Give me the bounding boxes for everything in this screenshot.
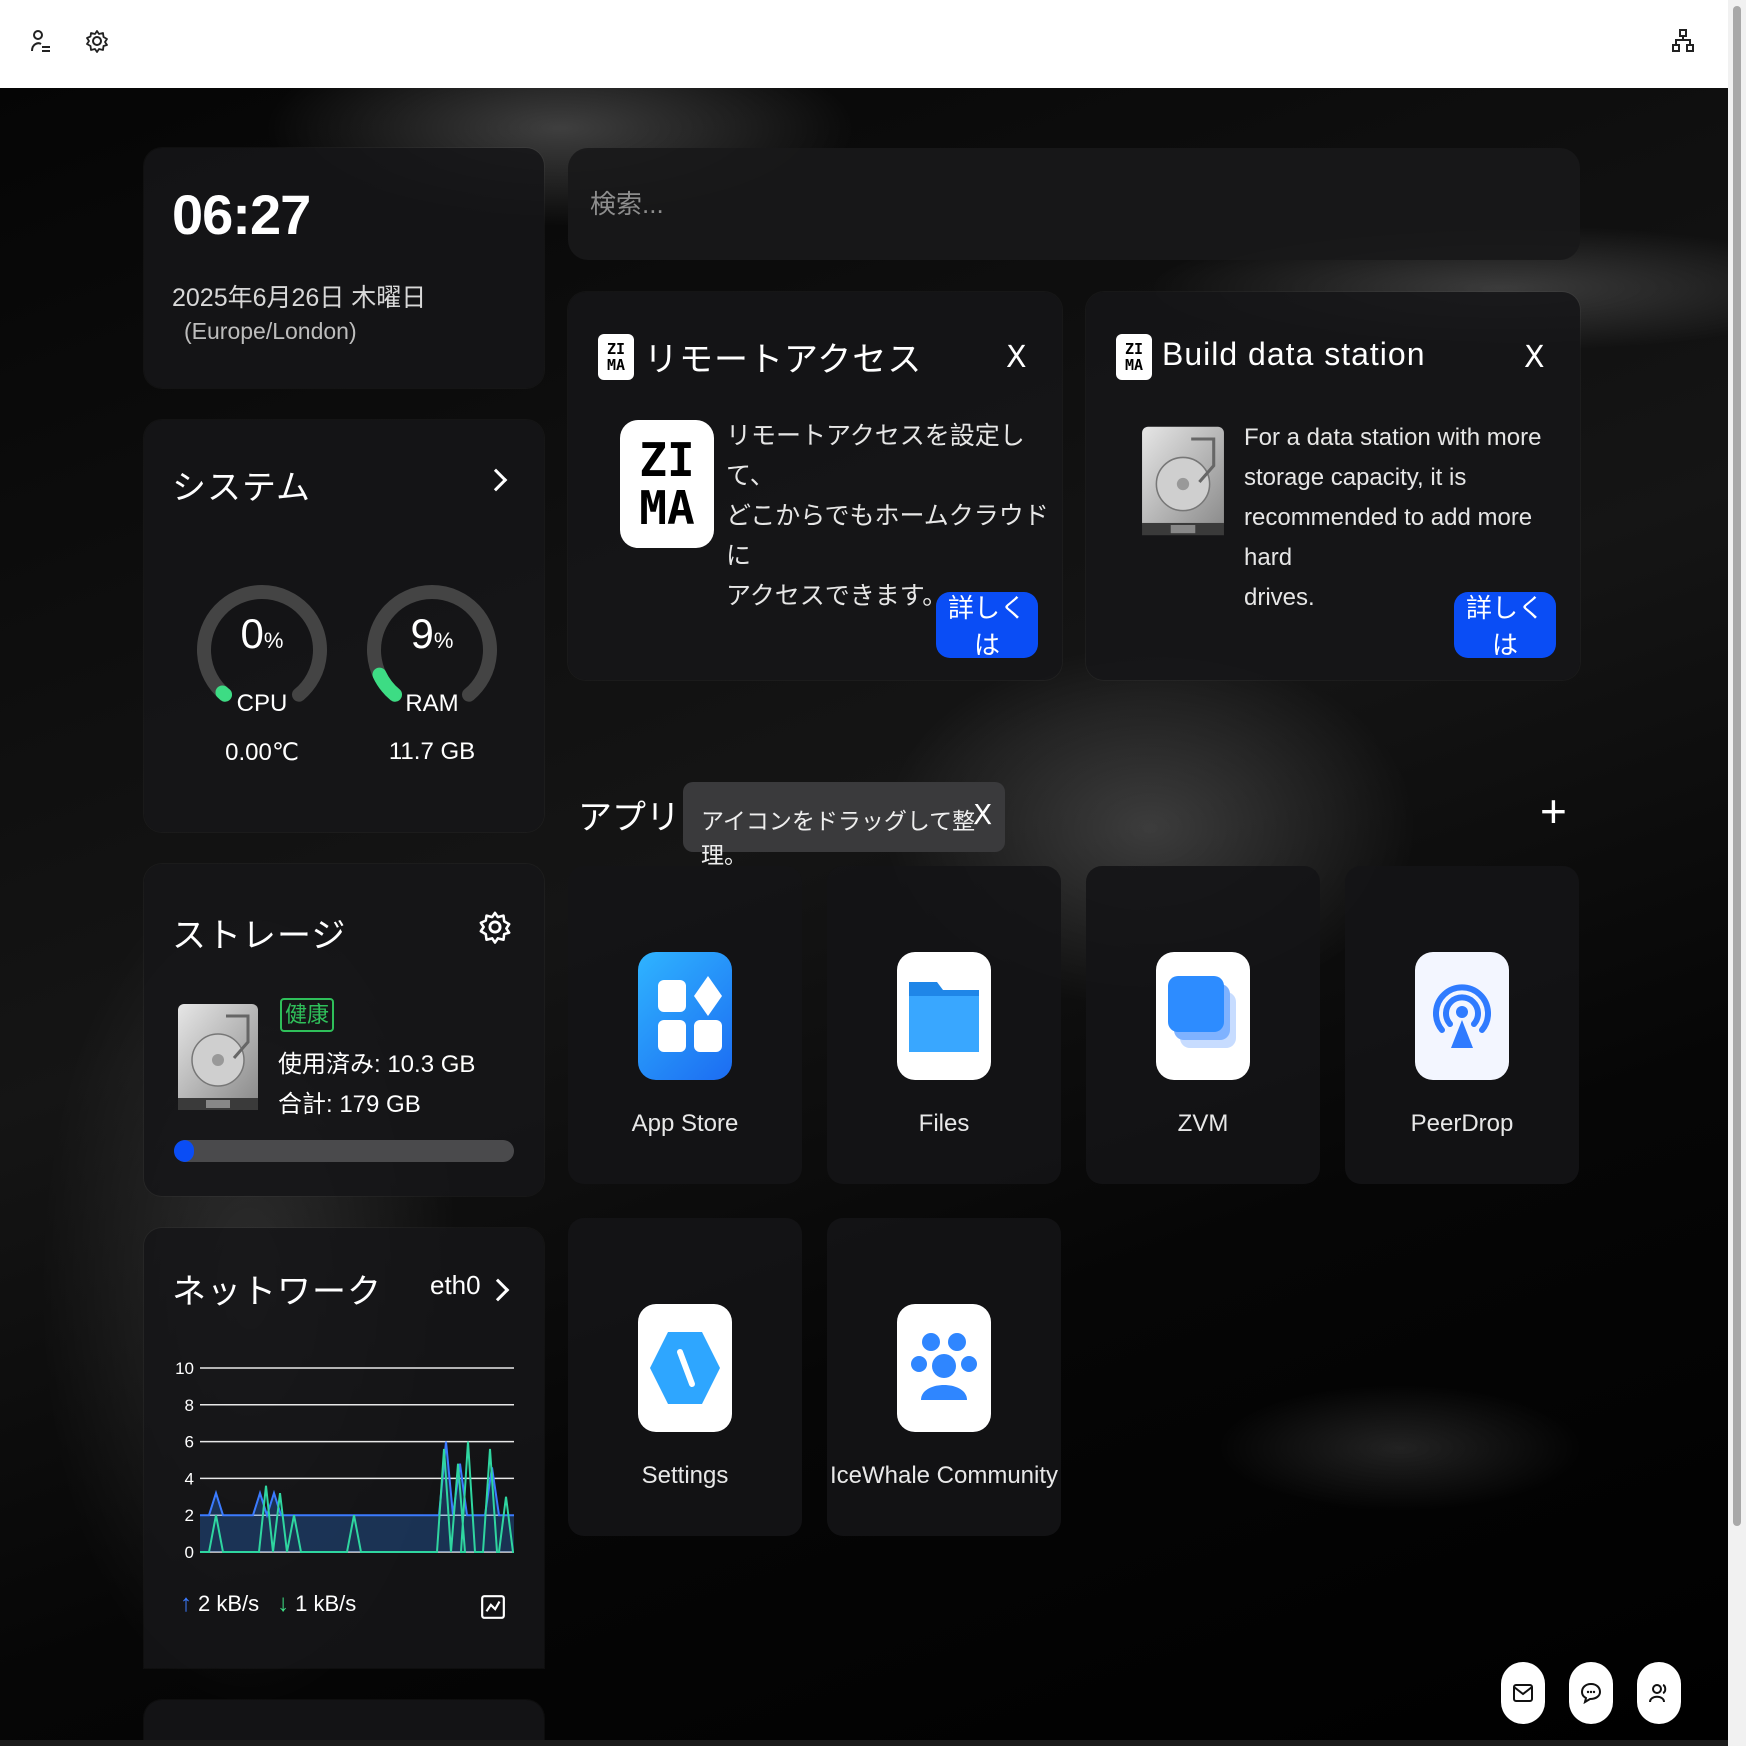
app-label: PeerDrop <box>1410 1110 1514 1137</box>
community-icon <box>897 1304 991 1432</box>
data-station-close-button[interactable]: X <box>1524 340 1545 375</box>
app-tile-icewhale-community[interactable]: IceWhale Community <box>827 1218 1061 1536</box>
network-chevron-right-icon[interactable] <box>486 1278 510 1302</box>
storage-title: ストレージ <box>172 917 347 955</box>
storage-health-badge: 健康 <box>280 998 334 1032</box>
mail-icon <box>1513 1684 1533 1702</box>
clock-timezone: (Europe/London) <box>184 318 357 344</box>
app-label: Settings <box>641 1462 729 1489</box>
search-input[interactable] <box>590 176 1550 232</box>
y-tick-label: 6 <box>185 1433 194 1452</box>
y-tick-label: 4 <box>185 1469 194 1488</box>
upload-arrow-icon: ↑ <box>180 1590 192 1617</box>
bottom-edge <box>0 1740 1728 1746</box>
drag-hint-tooltip: アイコンをドラッグして整理。 X <box>683 782 1005 868</box>
app-label: App Store <box>631 1110 739 1137</box>
network-title: ネットワーク <box>172 1273 382 1311</box>
add-app-button[interactable]: + <box>1540 784 1567 838</box>
drag-hint-close-button[interactable]: X <box>973 798 992 831</box>
chart-icon[interactable] <box>480 1594 506 1620</box>
hard-drive-icon <box>176 1002 260 1119</box>
network-interface-label[interactable]: eth0 <box>430 1270 481 1301</box>
storage-total: 合計: 179 GB <box>278 1091 421 1118</box>
app-tile-settings[interactable]: Settings <box>568 1218 802 1536</box>
zima-logo-large-icon: ZI MA <box>620 420 714 548</box>
users-icon <box>1649 1684 1667 1703</box>
ram-size: 11.7 GB <box>388 738 476 765</box>
data-station-card: ZI MA Build data station X For a data st… <box>1086 292 1580 680</box>
app-label: IceWhale Community <box>829 1462 1059 1489</box>
remote-access-close-button[interactable]: X <box>1006 340 1027 375</box>
ram-label: RAM <box>405 690 459 717</box>
storage-usage-bar <box>174 1140 514 1162</box>
remote-access-line-2: どこからでもホームクラウドに <box>726 502 1049 570</box>
download-speed: 1 kB/s <box>295 1591 357 1616</box>
cpu-percent: 0% <box>240 610 284 657</box>
users-button[interactable] <box>1637 1662 1681 1724</box>
app-tile-files[interactable]: Files <box>827 866 1061 1184</box>
remote-access-description: リモートアクセスを設定して、 どこからでもホームクラウドに アクセスできます。 <box>726 416 1062 616</box>
data-station-title: Build data station <box>1162 336 1426 372</box>
zima-logo-small-icon: ZI MA <box>1116 334 1152 380</box>
remote-access-card: ZI MA リモートアクセス X ZI MA リモートアクセスを設定して、 どこ… <box>568 292 1062 680</box>
app-tile-zvm[interactable]: ZVM <box>1086 866 1320 1184</box>
system-chevron-right-icon[interactable] <box>484 468 508 492</box>
remote-access-title: リモートアクセス <box>644 341 923 379</box>
app-tile-peerdrop[interactable]: PeerDrop <box>1345 866 1579 1184</box>
upload-speed: 2 kB/s <box>198 1591 260 1616</box>
top-bar <box>0 0 1728 88</box>
scrollbar-thumb[interactable] <box>1733 6 1741 1526</box>
drag-hint-text: アイコンをドラッグして整理。 <box>701 808 976 868</box>
mail-button[interactable] <box>1501 1662 1545 1724</box>
cpu-temp: 0.00℃ <box>225 739 299 766</box>
remote-access-line-1: リモートアクセスを設定して、 <box>726 422 1025 490</box>
network-topology-icon[interactable] <box>1668 26 1698 56</box>
storage-settings-gear-icon[interactable] <box>478 910 512 944</box>
app-label: ZVM <box>1177 1110 1229 1137</box>
system-card: システム 0% CPU 0.00℃ 9% RAM 11.7 GB <box>144 420 544 832</box>
system-title: システム <box>172 469 311 507</box>
chat-bubble-icon <box>1580 1682 1602 1705</box>
y-tick-label: 8 <box>185 1396 194 1415</box>
remote-access-learn-more-button[interactable]: 詳しくは <box>936 592 1038 660</box>
storage-used: 使用済み: 10.3 GB <box>278 1051 476 1078</box>
chat-button[interactable] <box>1569 1662 1613 1724</box>
network-traffic-chart: 10 8 6 4 2 0 <box>175 1359 514 1562</box>
app-store-icon <box>638 952 732 1080</box>
data-station-line-3: recommended to add more hard <box>1244 504 1533 571</box>
data-station-line-2: storage capacity, it is <box>1244 464 1467 491</box>
y-tick-label: 2 <box>185 1506 194 1525</box>
storage-usage-fill <box>174 1140 194 1162</box>
apps-title: アプリ <box>578 799 680 837</box>
network-card: ネットワーク eth0 10 8 6 4 2 0 ↑ 2 kB/s ↓ 1 kB/s <box>144 1228 544 1668</box>
y-tick-label: 10 <box>175 1359 194 1378</box>
search-box[interactable] <box>568 148 1580 260</box>
app-tile-app-store[interactable]: App Store <box>568 866 802 1184</box>
data-station-learn-more-button[interactable]: 詳しくは <box>1454 592 1556 660</box>
data-station-line-1: For a data station with more <box>1244 424 1542 451</box>
clock-time: 06:27 <box>172 183 311 246</box>
user-list-icon[interactable] <box>26 26 56 56</box>
peerdrop-icon <box>1415 952 1509 1080</box>
download-arrow-icon: ↓ <box>277 1590 290 1617</box>
hard-drive-icon <box>1140 424 1226 545</box>
ram-percent: 9% <box>410 610 454 657</box>
storage-card: ストレージ 健康 使用済み: 10.3 GB 合計: 179 GB <box>144 864 544 1196</box>
y-tick-label: 0 <box>185 1543 194 1562</box>
cpu-label: CPU <box>236 690 288 717</box>
zvm-icon <box>1156 952 1250 1080</box>
app-label: Files <box>918 1110 970 1137</box>
network-speeds: ↑ 2 kB/s ↓ 1 kB/s <box>180 1590 356 1618</box>
folder-icon <box>897 952 991 1080</box>
gear-icon[interactable] <box>82 26 112 56</box>
settings-app-icon <box>638 1304 732 1432</box>
clock-date: 2025年6月26日 木曜日 <box>172 284 427 312</box>
zima-logo-small-icon: ZI MA <box>598 334 634 380</box>
clock-card: 06:27 2025年6月26日 木曜日 (Europe/London) <box>144 148 544 388</box>
